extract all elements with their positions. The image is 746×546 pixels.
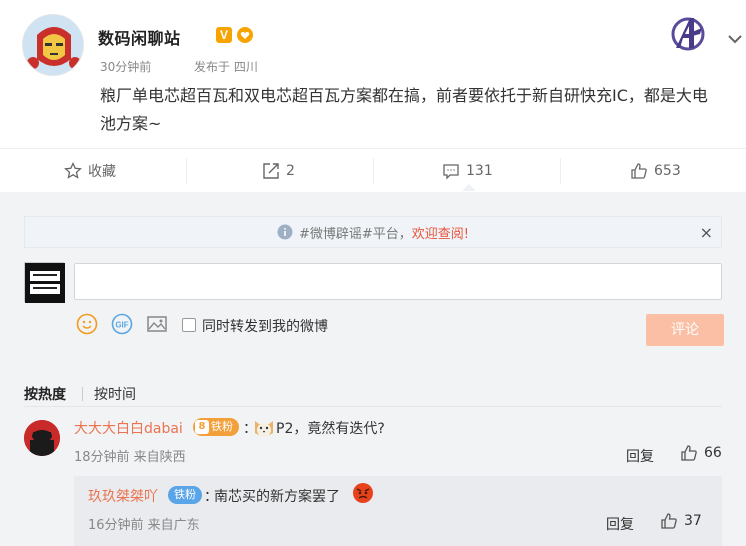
fan-badge[interactable]: 铁粉 [168, 486, 202, 504]
favorite-button[interactable]: 收藏 [64, 160, 116, 182]
divider [373, 158, 374, 184]
comment-like-button[interactable]: 66 [680, 444, 722, 462]
author-name[interactable]: 数码闲聊站 [98, 25, 181, 49]
comment-icon [443, 164, 459, 180]
star-icon [64, 162, 82, 179]
cat-emoji-icon [252, 415, 276, 439]
my-avatar [24, 262, 65, 303]
chevron-down-icon[interactable] [724, 28, 746, 50]
post-time[interactable]: 30分钟前 [100, 58, 151, 75]
like-button[interactable]: 653 [630, 160, 681, 182]
sort-by-hot-tab[interactable]: 按热度 [24, 384, 66, 404]
divider [186, 158, 187, 184]
verified-badge-icon: V [216, 27, 232, 43]
gif-label: GIF [115, 321, 128, 330]
thumbs-up-icon [681, 445, 697, 461]
comment-input[interactable] [74, 263, 722, 300]
thumbs-up-icon [661, 513, 677, 529]
reply-like-count: 37 [684, 513, 702, 529]
notice-link[interactable]: 欢迎查阅! [412, 223, 469, 242]
fan-badge-level: 8 [195, 420, 209, 434]
submit-comment-button[interactable]: 评论 [646, 314, 724, 346]
close-icon[interactable]: × [700, 223, 713, 242]
comment-count: 131 [466, 163, 493, 179]
reply-like-button[interactable]: 37 [660, 512, 702, 530]
repost-count: 2 [286, 163, 295, 179]
active-indicator [462, 184, 476, 191]
fan-club-icon [236, 26, 254, 44]
commenter-avatar[interactable] [24, 420, 60, 456]
comment-like-count: 66 [704, 445, 722, 461]
repost-icon [263, 163, 279, 179]
reply-meta: 16分钟前 来自广东 [88, 518, 200, 533]
reply-button[interactable]: 回复 [606, 514, 634, 534]
commenter-name[interactable]: 大大大白白dabai [74, 418, 183, 438]
sort-by-time-tab[interactable]: 按时间 [94, 384, 136, 404]
fan-badge[interactable]: 8 铁粉 [193, 418, 239, 436]
notice-bar: #微博辟谣#平台， 欢迎查阅! × [24, 216, 722, 248]
post-text: 粮厂单电芯超百瓦和双电芯超百瓦方案都在搞，前者要依托于新自研快充IC，都是大电池… [100, 86, 708, 133]
action-bar: 收藏 2 131 653 [0, 150, 746, 192]
repost-checkbox[interactable] [182, 318, 196, 332]
avengers-icon [668, 14, 708, 54]
reply-button[interactable]: 回复 [626, 446, 654, 466]
replier-name[interactable]: 玖玖桀桀吖 [88, 486, 158, 506]
info-icon [277, 224, 293, 240]
thumbs-up-icon [631, 163, 647, 179]
repost-checkbox-label[interactable]: 同时转发到我的微博 [202, 316, 328, 336]
divider [560, 158, 561, 184]
comment-meta: 18分钟前 来自陕西 [74, 450, 186, 465]
divider [24, 406, 722, 407]
repost-button[interactable]: 2 [262, 160, 295, 182]
like-count: 653 [654, 163, 681, 179]
divider [82, 387, 83, 401]
post-source: 发布于 四川 [194, 60, 258, 74]
notice-text: #微博辟谣#平台， [298, 226, 412, 242]
comment-text: P2，竟然有迭代? [276, 421, 385, 437]
post-header: 数码闲聊站 V 30分钟前 发布于 四川 [22, 14, 742, 84]
comment-button[interactable]: 131 [442, 160, 493, 182]
image-icon[interactable] [146, 313, 168, 335]
author-avatar[interactable] [22, 14, 84, 76]
gif-icon[interactable]: GIF [111, 313, 133, 335]
reply-text: 南芯买的新方案罢了 [214, 489, 340, 505]
angry-emoji-icon [352, 482, 374, 504]
fan-badge-label: 铁粉 [211, 420, 233, 433]
favorite-label: 收藏 [88, 164, 116, 180]
emoji-icon[interactable] [76, 313, 98, 335]
divider [0, 148, 746, 149]
